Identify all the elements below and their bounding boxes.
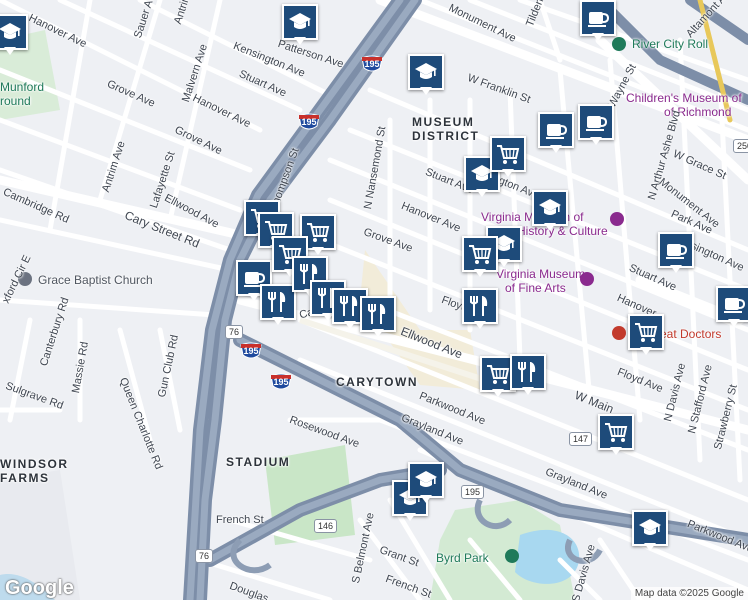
poi-label-childrens-museum[interactable]: Children's Museum of [626, 91, 742, 105]
interstate-shield: 195 [240, 342, 262, 360]
district-label-district: DISTRICT [412, 129, 480, 143]
poi-label-vmfa-2: of Fine Arts [505, 281, 566, 295]
hospital-icon [612, 326, 626, 340]
school-marker[interactable] [282, 4, 318, 48]
restaurant-marker[interactable] [462, 288, 498, 332]
google-logo: Google [5, 577, 74, 599]
poi-label-munford-2: round [0, 94, 31, 108]
museum-icon [610, 212, 624, 226]
interstate-shield: 195 [270, 373, 292, 391]
cafe-marker[interactable] [538, 112, 574, 156]
interstate-shield: 195 [298, 113, 320, 131]
grocery-marker[interactable] [628, 314, 664, 358]
street-label: French St [216, 514, 264, 526]
poi-label-grace-baptist[interactable]: Grace Baptist Church [38, 273, 153, 287]
district-label-windsor: WINDSOR [0, 457, 69, 471]
school-marker[interactable] [632, 510, 668, 554]
school-marker[interactable] [0, 14, 28, 58]
grocery-marker[interactable] [598, 414, 634, 458]
restaurant-marker[interactable] [510, 354, 546, 398]
grocery-marker[interactable] [462, 236, 498, 280]
grocery-marker[interactable] [490, 136, 526, 180]
map-canvas[interactable]: MUSEUM DISTRICT CARYTOWN STADIUM WINDSOR… [0, 0, 748, 600]
map-attribution[interactable]: Map data ©2025 Google [630, 587, 748, 600]
district-label-stadium: STADIUM [226, 455, 291, 469]
route-shield: 250 [733, 139, 748, 153]
cafe-marker[interactable] [658, 232, 694, 276]
route-shield: 76 [195, 549, 214, 563]
cafe-marker[interactable] [580, 0, 616, 44]
district-label-carytown: CARYTOWN [336, 375, 418, 389]
route-shield: 146 [314, 519, 338, 533]
restaurant-marker[interactable] [260, 284, 296, 328]
interstate-shield: 195 [361, 55, 383, 73]
cafe-marker[interactable] [578, 104, 614, 148]
route-shield: 147 [569, 432, 593, 446]
cafe-marker[interactable] [716, 286, 748, 330]
route-shield: 195 [461, 485, 485, 499]
museum-icon [580, 272, 594, 286]
school-marker[interactable] [408, 54, 444, 98]
district-label-museum: MUSEUM [412, 115, 475, 129]
park-icon [505, 549, 519, 563]
poi-label-river-city-roll[interactable]: River City Roll [632, 37, 708, 51]
poi-label-munford: Munford [0, 80, 45, 94]
school-marker[interactable] [532, 190, 568, 234]
route-shield: 76 [225, 325, 244, 339]
poi-label-byrd-park[interactable]: Byrd Park [436, 551, 489, 565]
school-marker[interactable] [408, 462, 444, 506]
poi-label-great-doctors[interactable]: eat Doctors [660, 327, 721, 341]
restaurant-marker[interactable] [360, 296, 396, 340]
district-label-farms: FARMS [0, 471, 50, 485]
